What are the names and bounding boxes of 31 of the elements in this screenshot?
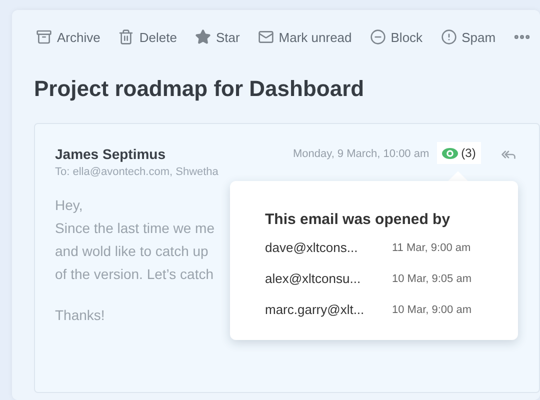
toolbar-button[interactable]: Spam: [440, 29, 496, 45]
delete-icon: [118, 29, 134, 45]
reader-email: marc.garry@xlt...: [265, 302, 366, 317]
eye-icon: [442, 148, 458, 158]
toolbar-button[interactable]: Delete: [118, 29, 177, 45]
reader-email: dave@xltcons...: [265, 240, 359, 255]
archive-icon: [36, 29, 52, 45]
toolbar-button[interactable]: Block: [370, 29, 423, 45]
more-icon[interactable]: [514, 34, 530, 40]
open-time: 11 Mar, 9:00 am: [392, 242, 471, 254]
open-time: 10 Mar, 9:05 am: [392, 272, 472, 284]
recipients: To: ella@avontech.com, Shwetha: [55, 166, 220, 178]
reader-email: alex@xltconsu...: [265, 271, 362, 286]
mail-icon: [258, 29, 274, 45]
body-text: and wold like to catch up: [55, 242, 208, 261]
open-time: 10 Mar, 9:00 am: [392, 304, 472, 316]
star-icon: [194, 29, 211, 45]
email-subject: Project roadmap for Dashboard: [34, 76, 366, 103]
body-text: Since the last time we me: [55, 219, 215, 238]
closing-text: Thanks!: [55, 306, 105, 325]
toolbar-button[interactable]: Archive: [36, 29, 100, 45]
block-icon: [370, 29, 386, 45]
body-text: of the version. Let’s catch: [55, 265, 214, 284]
sent-date: Monday, 9 March, 10:00 am: [293, 148, 430, 160]
spam-icon: [440, 29, 457, 45]
open-count-badge[interactable]: (3): [437, 142, 481, 164]
toolbar-button[interactable]: Mark unread: [258, 29, 352, 45]
toolbar-button[interactable]: Star: [194, 29, 240, 45]
popover-title: This email was opened by: [265, 211, 450, 228]
sender-name: James Septimus: [55, 146, 166, 162]
body-text: Hey,: [55, 196, 83, 215]
